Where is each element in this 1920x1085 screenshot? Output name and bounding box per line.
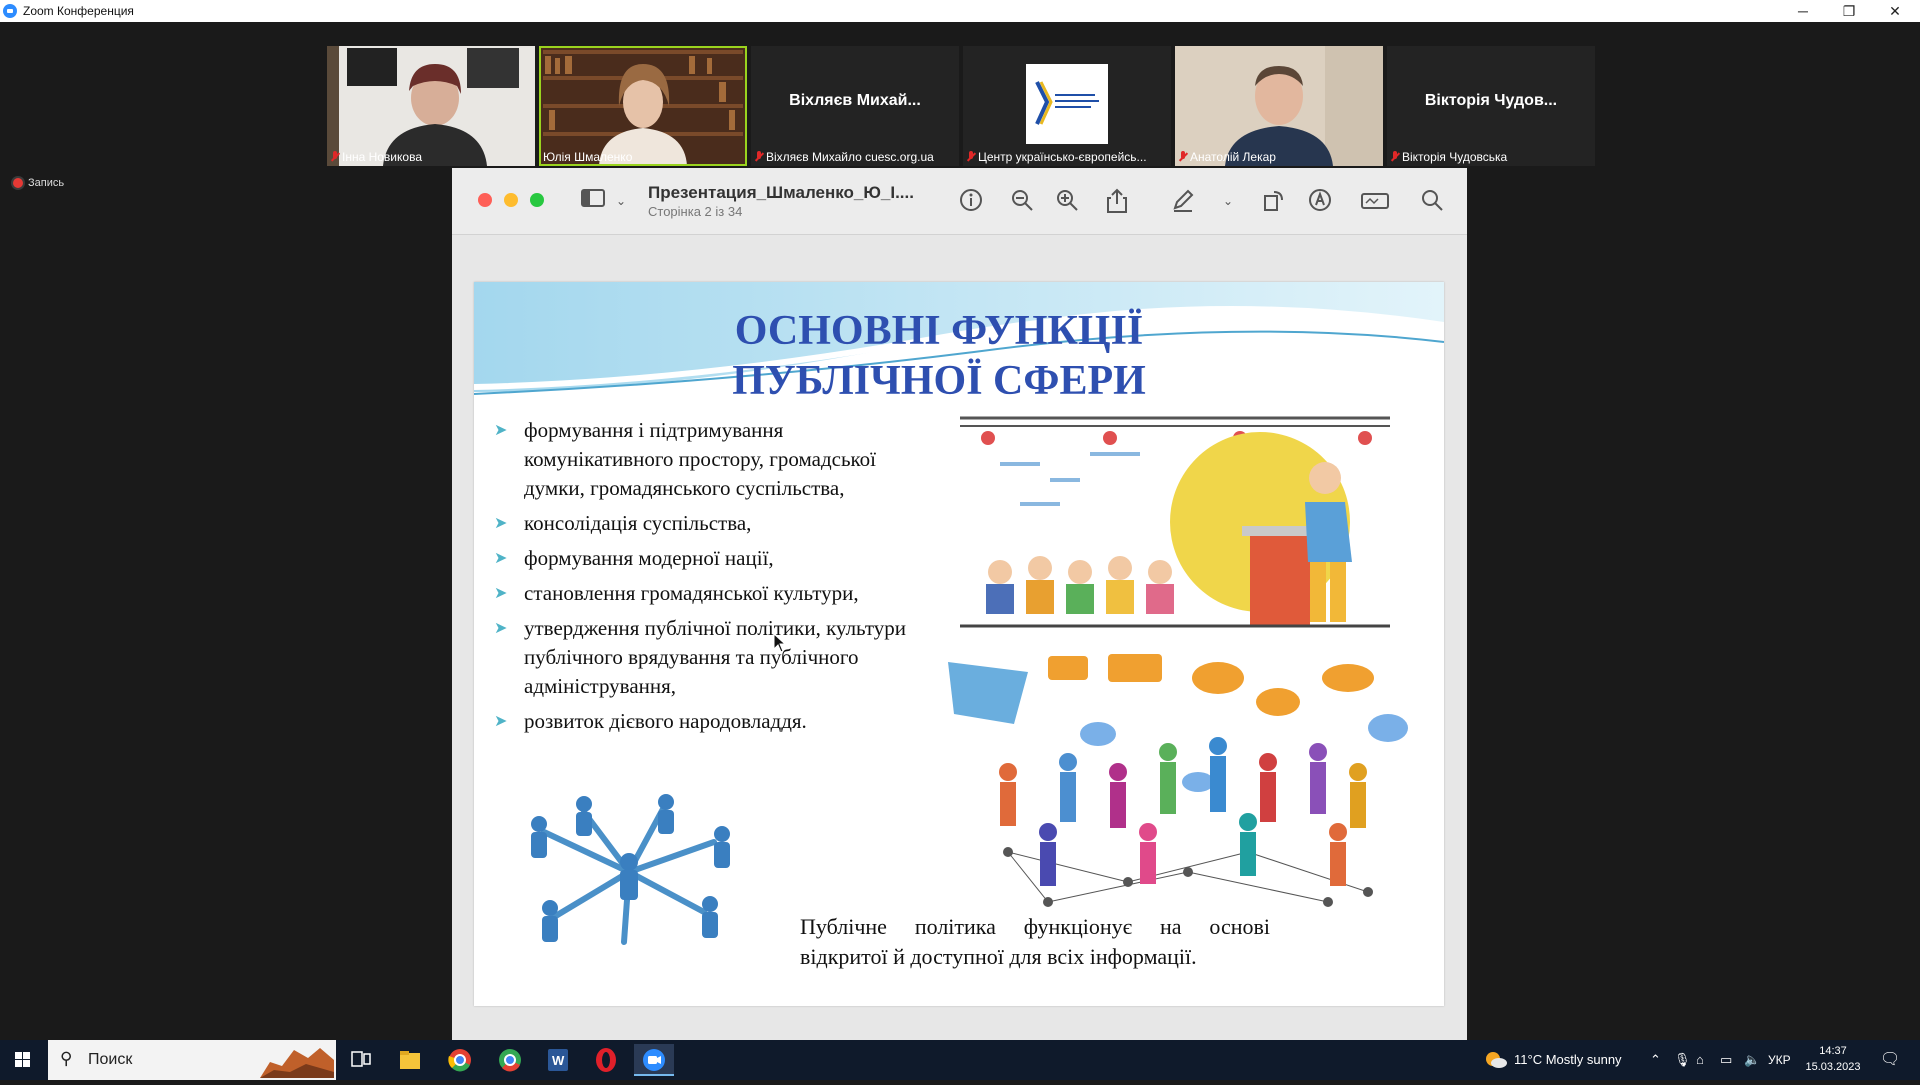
zoom-app-icon — [3, 4, 17, 18]
search-icon: ⚲ — [60, 1049, 73, 1068]
mic-muted-icon — [1391, 151, 1399, 163]
restore-button[interactable]: ❐ — [1826, 0, 1872, 22]
chrome-icon[interactable] — [440, 1044, 480, 1076]
search-icon[interactable] — [1419, 188, 1445, 214]
participant-name-label: Віхляєв Михайло cuesc.org.ua — [755, 150, 934, 164]
zoom-taskbar-icon[interactable] — [634, 1044, 674, 1076]
mic-muted-icon — [755, 151, 763, 163]
participant-tile-active-speaker[interactable]: Юлія Шмаленко — [539, 46, 747, 166]
bullet-item: розвиток дієвого народовладдя. — [494, 707, 934, 736]
participant-video — [539, 46, 747, 166]
speaker-podium-illustration — [960, 416, 1390, 628]
annotate-icon[interactable] — [1307, 188, 1333, 214]
mac-maximize-button[interactable] — [530, 193, 544, 207]
share-icon[interactable] — [1104, 188, 1130, 214]
close-button[interactable]: ✕ — [1872, 0, 1918, 22]
opera-icon[interactable] — [586, 1044, 626, 1076]
zoom-in-icon[interactable] — [1054, 188, 1080, 214]
mic-muted-icon — [967, 151, 975, 163]
chevron-down-icon[interactable]: ⌄ — [608, 188, 634, 214]
participant-tile[interactable]: Інна Новикова — [327, 46, 535, 166]
participant-tile[interactable]: Віхляєв Михай... Віхляєв Михайло cuesc.o… — [751, 46, 959, 166]
chrome-profile-icon[interactable] — [490, 1044, 530, 1076]
mouse-cursor-icon — [773, 633, 787, 653]
recording-label: Запись — [28, 177, 65, 189]
info-icon[interactable] — [958, 188, 984, 214]
participant-name-label: Анатолій Лекар — [1179, 150, 1276, 164]
participant-tile[interactable]: Анатолій Лекар — [1175, 46, 1383, 166]
markup-pen-icon[interactable] — [1170, 188, 1196, 214]
file-explorer-icon[interactable] — [390, 1044, 430, 1076]
word-icon[interactable]: W — [538, 1044, 578, 1076]
document-title: Презентация_Шмаленко_Ю_І.... — [648, 183, 914, 202]
clock-date: 15.03.2023 — [1805, 1061, 1861, 1073]
search-highlight-image — [260, 1048, 334, 1078]
bullet-item: утвердження публічної політики, культури… — [494, 614, 934, 701]
slide-caption: Публічне політика функціонує на основі в… — [800, 914, 1270, 969]
volume-icon[interactable]: 🔈 — [1744, 1040, 1760, 1080]
participant-tile[interactable]: Вікторія Чудов... Вікторія Чудовська — [1387, 46, 1595, 166]
network-people-illustration — [531, 794, 730, 945]
windows-logo-icon — [15, 1052, 30, 1067]
taskbar-search-box[interactable]: ⚲ Поиск — [48, 1040, 336, 1080]
start-button[interactable] — [0, 1040, 46, 1080]
meeting-stage: Інна Новикова Юлія Шмаленко Віхляєв Миха… — [0, 22, 1920, 1058]
network-status-icon[interactable]: ⌂ — [1696, 1040, 1704, 1080]
slide-title-line: ОСНОВНІ ФУНКЦІЇ — [734, 308, 1144, 354]
system-clock[interactable]: 14:37 15.03.2023 — [1797, 1043, 1869, 1075]
mac-close-button[interactable] — [478, 193, 492, 207]
participant-display-name: Вікторія Чудов... — [1424, 92, 1558, 109]
windows-taskbar: ⚲ Поиск W 11°C Mostly sunny ⌃ 🎙 ⌂ ▭ 🔈 УК… — [0, 1040, 1920, 1080]
participant-display-name: Віхляєв Михай... — [789, 92, 921, 109]
zoom-out-icon[interactable] — [1009, 188, 1035, 214]
bullet-item: формування і підтримування комунікативно… — [494, 416, 934, 503]
page-indicator: Сторінка 2 із 34 — [648, 204, 743, 219]
task-view-button[interactable] — [340, 1044, 380, 1076]
mic-muted-icon — [331, 151, 339, 163]
search-placeholder: Поиск — [88, 1051, 133, 1068]
record-icon — [13, 178, 23, 188]
window-title: Zoom Конференция — [23, 4, 134, 18]
bullet-item: формування модерної нації, — [494, 544, 934, 573]
participant-video — [327, 46, 535, 166]
clock-time: 14:37 — [1819, 1045, 1847, 1057]
microphone-icon[interactable]: 🎙 — [1674, 1040, 1691, 1080]
show-hidden-icons-chevron[interactable]: ⌃ — [1650, 1040, 1661, 1080]
bullet-item: консолідація суспільства, — [494, 509, 934, 538]
bullet-item: становлення громадянської культури, — [494, 579, 934, 608]
mic-muted-icon — [1179, 151, 1187, 163]
signature-icon[interactable] — [1360, 188, 1389, 214]
notifications-icon[interactable]: 🗨 — [1880, 1040, 1900, 1080]
people-speech-bubbles-illustration — [948, 654, 1408, 907]
weather-text: 11°C Mostly sunny — [1514, 1052, 1622, 1067]
participant-name-label: Вікторія Чудовська — [1391, 150, 1507, 164]
svg-text:W: W — [552, 1053, 565, 1068]
presentation-slide: ОСНОВНІ ФУНКЦІЇ ПУБЛІЧНОЇ СФЕРИ формуван… — [474, 282, 1444, 1006]
participant-tile[interactable]: Центр українсько-європейсь... — [963, 46, 1171, 166]
organization-logo — [1026, 64, 1108, 144]
shared-screen-preview-window: ⌄ Презентация_Шмаленко_Ю_І.... Сторінка … — [452, 168, 1467, 1058]
language-indicator[interactable]: УКР — [1768, 1040, 1791, 1080]
participant-video — [1175, 46, 1383, 166]
chevron-down-icon[interactable]: ⌄ — [1215, 188, 1241, 214]
mac-minimize-button[interactable] — [504, 193, 518, 207]
preview-toolbar: ⌄ Презентация_Шмаленко_Ю_І.... Сторінка … — [452, 168, 1467, 235]
sidebar-toggle-icon[interactable] — [580, 188, 606, 214]
bullet-list: формування і підтримування комунікативно… — [494, 416, 934, 742]
participant-name-label: Центр українсько-європейсь... — [967, 150, 1147, 164]
slide-title-line: ПУБЛІЧНОЇ СФЕРИ — [732, 358, 1146, 404]
monitor-icon[interactable]: ▭ — [1720, 1040, 1732, 1080]
participant-name-label: Інна Новикова — [331, 150, 422, 164]
slide-title: ОСНОВНІ ФУНКЦІЇ ПУБЛІЧНОЇ СФЕРИ — [474, 306, 1404, 406]
window-titlebar: Zoom Конференция ─ ❐ ✕ — [0, 0, 1920, 23]
participant-name-label: Юлія Шмаленко — [543, 150, 633, 164]
rotate-icon[interactable] — [1261, 188, 1287, 214]
partly-sunny-icon — [1486, 1052, 1507, 1068]
recording-indicator[interactable]: Запись — [13, 177, 64, 189]
minimize-button[interactable]: ─ — [1780, 0, 1826, 22]
